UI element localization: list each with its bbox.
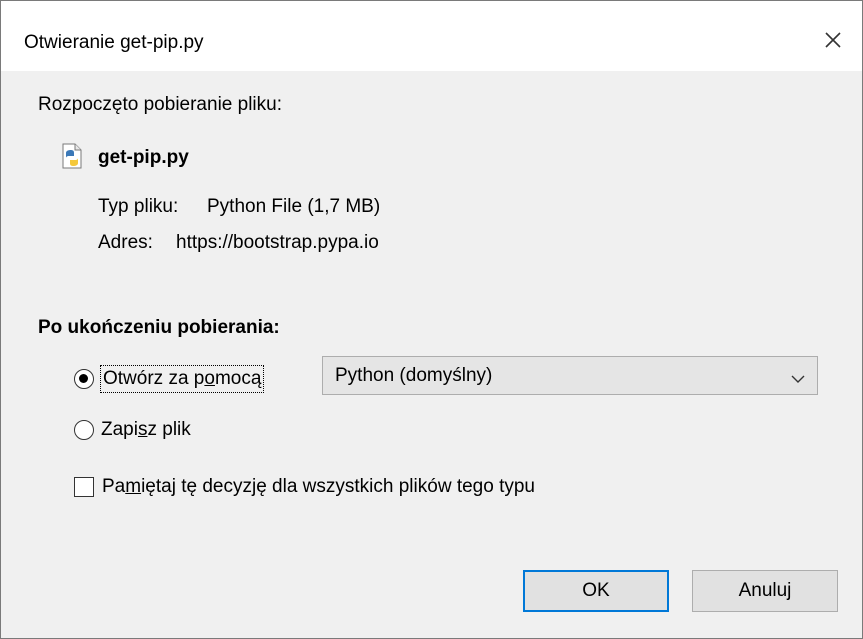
address-label: Adres: bbox=[98, 232, 153, 253]
python-file-icon bbox=[62, 143, 82, 169]
file-name: get-pip.py bbox=[98, 147, 189, 168]
remember-decision-label[interactable]: Pamiętaj tę decyzję dla wszystkich plikó… bbox=[102, 475, 535, 499]
save-file-label[interactable]: Zapisz plik bbox=[101, 418, 191, 442]
file-type-label: Typ pliku: bbox=[98, 196, 179, 217]
open-with-radio[interactable] bbox=[74, 369, 94, 389]
file-type-value: Python File (1,7 MB) bbox=[207, 196, 381, 217]
save-file-label-part2: z plik bbox=[147, 419, 191, 440]
application-select[interactable]: Python (domyślny) bbox=[322, 356, 818, 395]
open-with-label-accesskey: o bbox=[204, 368, 215, 389]
title-bar: Otwieranie get-pip.py bbox=[1, 1, 862, 71]
chevron-down-icon bbox=[791, 371, 805, 383]
application-select-value: Python (domyślny) bbox=[335, 365, 493, 386]
ok-button[interactable]: OK bbox=[523, 570, 669, 612]
save-file-label-part1: Zapi bbox=[101, 419, 138, 440]
radio-selected-dot bbox=[79, 374, 88, 383]
remember-label-accesskey: m bbox=[125, 476, 142, 497]
open-with-label-part2: mocą bbox=[214, 368, 262, 389]
after-download-heading: Po ukończeniu pobierania: bbox=[38, 317, 280, 338]
dialog-body: Rozpoczęto pobieranie pliku: get-pip.py … bbox=[1, 71, 862, 638]
dialog-title: Otwieranie get-pip.py bbox=[24, 32, 204, 53]
remember-decision-checkbox[interactable] bbox=[74, 477, 94, 497]
open-with-label[interactable]: Otwórz za pomocą bbox=[100, 365, 265, 393]
open-with-label-part1: Otwórz za p bbox=[103, 368, 205, 389]
close-icon[interactable] bbox=[818, 25, 848, 55]
remember-label-part2: iętaj tę decyzję dla wszystkich plików t… bbox=[141, 476, 535, 497]
save-file-radio[interactable] bbox=[74, 420, 94, 440]
cancel-button[interactable]: Anuluj bbox=[692, 570, 838, 612]
download-intro: Rozpoczęto pobieranie pliku: bbox=[38, 94, 282, 115]
address-value: https://bootstrap.pypa.io bbox=[176, 232, 379, 253]
remember-label-part1: Pa bbox=[102, 476, 126, 497]
download-dialog: Otwieranie get-pip.py Rozpoczęto pobiera… bbox=[0, 0, 863, 639]
